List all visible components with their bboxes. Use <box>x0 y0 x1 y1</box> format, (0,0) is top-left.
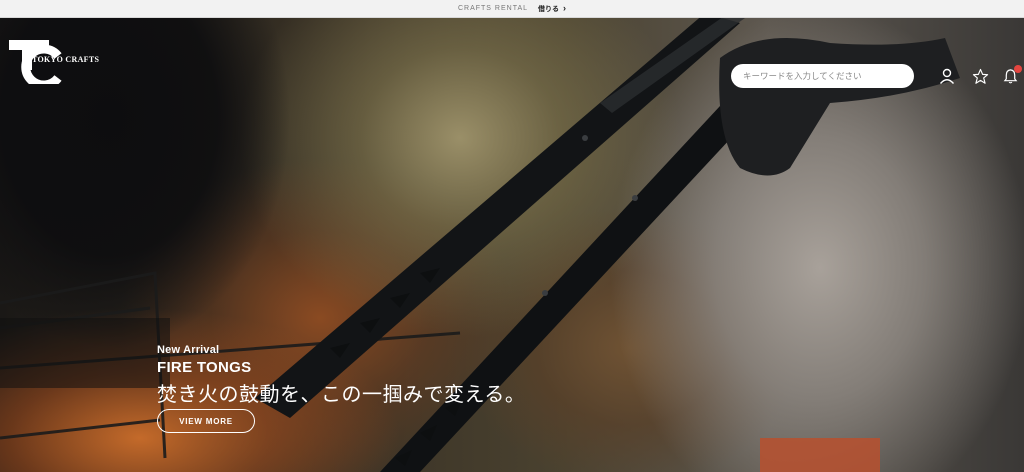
account-button[interactable] <box>937 66 957 86</box>
view-more-button[interactable]: VIEW MORE <box>157 409 255 433</box>
rent-link-label: 借りる <box>538 5 560 13</box>
notification-badge <box>1014 65 1022 73</box>
hero-eyebrow: New Arrival <box>157 344 220 356</box>
rental-label: CRAFTS RENTAL <box>457 5 529 12</box>
favorites-button[interactable] <box>970 66 990 86</box>
search-input[interactable] <box>731 64 914 88</box>
logo-text: TOKYO CRAFTS <box>32 55 100 64</box>
notifications-button[interactable] <box>1000 65 1022 86</box>
hero-banner: TOKYO CRAFTS New Arrival FIRE TONGS 焚き火の… <box>0 18 1024 472</box>
chevron-right-icon: › <box>563 3 567 13</box>
site-logo[interactable]: TOKYO CRAFTS <box>8 38 99 84</box>
announcement-bar: CRAFTS RENTAL 借りる › <box>0 0 1024 18</box>
hero-title: FIRE TONGS <box>157 359 252 376</box>
hero-tagline: 焚き火の鼓動を、この一掴みで変える。 <box>157 382 526 406</box>
user-icon <box>939 68 955 84</box>
star-icon <box>972 68 988 84</box>
rent-link[interactable]: 借りる › <box>538 4 566 14</box>
hero-copy: New Arrival FIRE TONGS 焚き火の鼓動を、この一掴みで変える… <box>157 344 525 407</box>
